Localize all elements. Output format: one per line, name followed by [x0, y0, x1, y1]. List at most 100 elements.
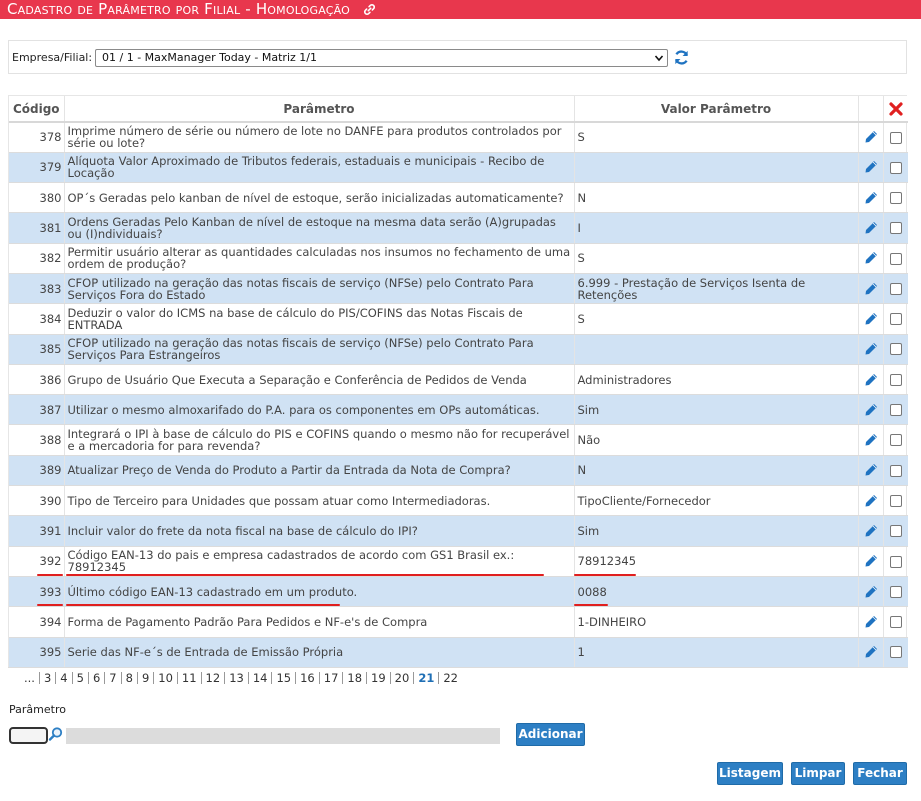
add-button[interactable]: Adicionar — [516, 723, 585, 746]
pager-item[interactable]: 9 — [138, 672, 155, 684]
pencil-icon[interactable] — [863, 493, 879, 509]
pencil-icon[interactable] — [863, 584, 879, 600]
table-row: 389 Atualizar Preço de Venda do Produto a… — [9, 455, 908, 487]
row-code: 379 — [9, 152, 65, 184]
row-edit-cell — [858, 152, 884, 184]
row-checkbox[interactable] — [889, 494, 902, 507]
row-checkbox[interactable] — [889, 525, 902, 538]
clear-button[interactable]: Limpar — [791, 762, 845, 785]
row-select-cell — [883, 303, 908, 335]
row-checkbox[interactable] — [889, 585, 902, 598]
row-checkbox[interactable] — [889, 343, 902, 356]
row-code: 381 — [9, 212, 65, 244]
search-icon[interactable] — [48, 726, 64, 742]
row-edit-cell — [858, 455, 884, 487]
pager-item[interactable]: 12 — [202, 672, 226, 684]
row-param: Serie das NF-e´s de Entrada de Emissão P… — [64, 637, 575, 668]
row-checkbox[interactable] — [889, 646, 902, 659]
pager-item[interactable]: 18 — [343, 672, 368, 684]
pencil-icon[interactable] — [863, 129, 879, 145]
row-code: 391 — [9, 515, 65, 547]
pencil-icon[interactable] — [863, 220, 879, 236]
header-code[interactable]: Código — [9, 96, 65, 123]
row-value: 6.999 - Prestação de Serviços Isenta de … — [574, 273, 859, 305]
pencil-icon[interactable] — [863, 523, 879, 539]
refresh-icon[interactable] — [673, 49, 690, 66]
pencil-icon[interactable] — [863, 190, 879, 206]
pager-item[interactable]: 19 — [367, 672, 391, 684]
row-checkbox[interactable] — [889, 131, 902, 144]
row-param: Permitir usuário alterar as quantidades … — [64, 243, 575, 274]
pencil-icon[interactable] — [863, 372, 879, 388]
empresa-filial-select[interactable]: 01 / 1 - MaxManager Today - Matriz 1/1 — [95, 49, 668, 67]
filter-panel: Empresa/Filial: 01 / 1 - MaxManager Toda… — [8, 40, 907, 74]
pager-item[interactable]: 4 — [56, 672, 73, 684]
row-code: 385 — [9, 334, 65, 365]
header-param[interactable]: Parâmetro — [64, 96, 575, 123]
pencil-icon[interactable] — [863, 553, 879, 569]
row-checkbox[interactable] — [889, 161, 902, 174]
close-button[interactable]: Fechar — [853, 762, 907, 785]
pager-item[interactable]: 22 — [439, 672, 462, 684]
row-edit-cell — [858, 182, 884, 214]
row-checkbox[interactable] — [889, 464, 902, 477]
row-value: TipoCliente/Fornecedor — [574, 485, 859, 517]
pencil-icon[interactable] — [863, 402, 879, 418]
delete-x-icon[interactable] — [889, 102, 903, 116]
row-code: 392 — [9, 546, 65, 577]
window-title-bar: Cadastro de Parâmetro por Filial - Homol… — [0, 0, 921, 19]
pencil-icon[interactable] — [863, 462, 879, 478]
highlight-underline-393-param — [66, 604, 340, 606]
header-value[interactable]: Valor Parâmetro — [574, 96, 859, 123]
table-row: 386 Grupo de Usuário Que Executa a Separa… — [9, 364, 908, 396]
pencil-icon[interactable] — [863, 432, 879, 448]
pencil-icon[interactable] — [863, 614, 879, 630]
row-checkbox[interactable] — [889, 404, 902, 417]
pencil-icon[interactable] — [863, 159, 879, 175]
row-select-cell — [883, 394, 908, 426]
pencil-icon[interactable] — [863, 341, 879, 357]
table-row: 379 Alíquota Valor Aproximado de Tributos… — [9, 152, 908, 184]
parametro-description-field[interactable] — [66, 728, 500, 744]
pager-item[interactable]: 3 — [40, 672, 57, 684]
pager-item[interactable]: 21 — [414, 672, 440, 684]
pager-item[interactable]: 14 — [249, 672, 273, 684]
row-checkbox[interactable] — [889, 555, 902, 568]
pencil-icon[interactable] — [863, 250, 879, 266]
pager-item[interactable]: 16 — [296, 672, 320, 684]
pager-item[interactable]: 20 — [391, 672, 415, 684]
table-row: 391 Incluir valor do frete da nota fiscal… — [9, 515, 908, 547]
row-edit-cell — [858, 485, 884, 517]
row-param: Alíquota Valor Aproximado de Tributos fe… — [64, 152, 575, 184]
pager-item[interactable]: ... — [20, 672, 40, 684]
pager-item[interactable]: 11 — [178, 672, 202, 684]
pager-item[interactable]: 10 — [154, 672, 178, 684]
table-row: 378 Imprime número de série ou número de … — [9, 122, 908, 153]
pager-item[interactable]: 7 — [105, 672, 122, 684]
pager-item[interactable]: 6 — [89, 672, 106, 684]
row-checkbox[interactable] — [889, 222, 902, 235]
pager-item[interactable]: 17 — [320, 672, 344, 684]
row-checkbox[interactable] — [889, 252, 902, 265]
pager-item[interactable]: 5 — [73, 672, 89, 684]
row-checkbox[interactable] — [889, 373, 902, 386]
row-checkbox[interactable] — [889, 191, 902, 204]
pager-item[interactable]: 15 — [272, 672, 297, 684]
row-checkbox[interactable] — [889, 434, 902, 447]
row-edit-cell — [858, 122, 884, 153]
row-checkbox[interactable] — [889, 313, 902, 326]
row-param: Deduzir o valor do ICMS na base de cálcu… — [64, 303, 575, 335]
link-icon[interactable] — [363, 2, 376, 21]
row-edit-cell — [858, 424, 884, 456]
pager-item[interactable]: 13 — [225, 672, 249, 684]
row-param: Código EAN-13 do pais e empresa cadastra… — [64, 546, 575, 577]
pager-item[interactable]: 8 — [122, 672, 138, 684]
pencil-icon[interactable] — [863, 281, 879, 297]
parametro-code-input[interactable] — [9, 727, 48, 744]
row-checkbox[interactable] — [889, 616, 902, 629]
table-row: 390 Tipo de Terceiro para Unidades que po… — [9, 485, 908, 517]
pencil-icon[interactable] — [863, 644, 879, 660]
row-checkbox[interactable] — [889, 282, 902, 295]
list-button[interactable]: Listagem — [717, 762, 783, 785]
pencil-icon[interactable] — [863, 311, 879, 327]
